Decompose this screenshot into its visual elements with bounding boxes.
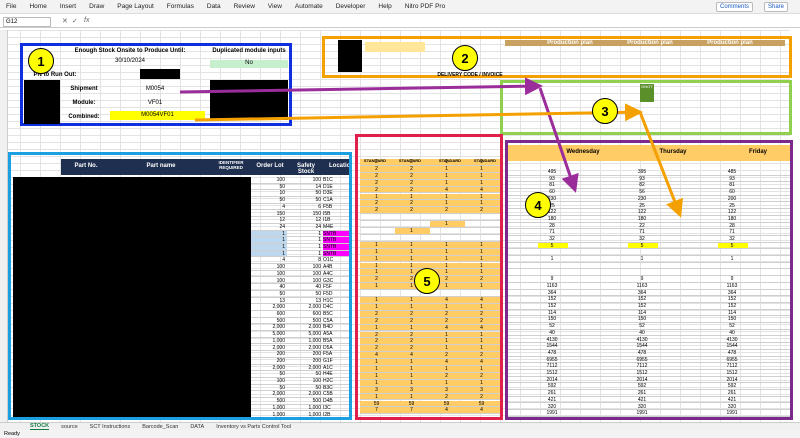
arrow-orange xyxy=(194,103,643,122)
sheet-tab[interactable]: Barcode_Scan xyxy=(142,424,178,430)
sheet-tab[interactable]: DATA xyxy=(190,424,204,430)
arrow-purple xyxy=(179,77,543,96)
callout-1: 1 xyxy=(28,48,54,74)
callout-4: 4 xyxy=(525,192,551,218)
sheet-tab[interactable]: Inventory vs Parts Control Tool xyxy=(216,424,291,430)
status-bar: Ready xyxy=(0,430,800,438)
annotation-arrows xyxy=(179,77,683,218)
callout-5: 5 xyxy=(414,268,440,294)
sheet-tab[interactable]: STOCK xyxy=(30,423,50,430)
sheet-tab[interactable]: source xyxy=(61,424,78,430)
arrow-orange xyxy=(638,111,683,218)
sheet-tab[interactable]: SCT Instructions xyxy=(90,424,131,430)
callout-2: 2 xyxy=(452,45,478,71)
sheet-tabs: STOCK source SCT Instructions Barcode_Scan D… xyxy=(0,422,800,430)
arrow-purple xyxy=(538,87,579,193)
callout-3: 3 xyxy=(592,98,618,124)
